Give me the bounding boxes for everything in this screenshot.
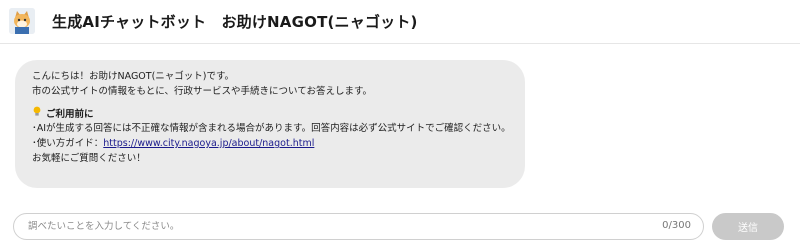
- greeting-text: こんにちは！お助けNAGOT(ニャゴット)です。: [32, 71, 235, 82]
- send-button[interactable]: 送信: [712, 213, 784, 240]
- message-composer: 0/300: [13, 213, 704, 240]
- cat-mascot-icon: [9, 8, 35, 34]
- guide-link[interactable]: https://www.city.nagoya.jp/about/nagot.h…: [103, 138, 314, 149]
- character-counter: 0/300: [662, 220, 691, 231]
- bot-message-bubble: こんにちは！お助けNAGOT(ニャゴット)です。 市の公式サイトの情報をもとに、…: [15, 60, 525, 188]
- guide-line: ･使い方ガイド：https://www.city.nagoya.jp/about…: [32, 136, 509, 151]
- guide-label: ･使い方ガイド：: [32, 138, 104, 149]
- disclaimer-text: ･AIが生成する回答には不正確な情報が含まれる場合があります。回答内容は必ず公式…: [32, 123, 511, 134]
- closing-text: お気軽にご質問ください！: [32, 153, 146, 164]
- usage-heading-row: ご利用前に: [32, 106, 509, 121]
- intro-text: 市の公式サイトの情報をもとに、行政サービスや手続きについてお答えします。: [32, 86, 373, 97]
- lightbulb-icon: [32, 106, 46, 122]
- chat-header: 生成AIチャットボット お助けNAGOT(ニャゴット): [0, 0, 800, 44]
- usage-heading: ご利用前に: [46, 109, 94, 120]
- question-input[interactable]: [28, 217, 628, 236]
- page-title: 生成AIチャットボット お助けNAGOT(ニャゴット): [52, 13, 418, 31]
- chat-message-area: こんにちは！お助けNAGOT(ニャゴット)です。 市の公式サイトの情報をもとに、…: [0, 44, 800, 201]
